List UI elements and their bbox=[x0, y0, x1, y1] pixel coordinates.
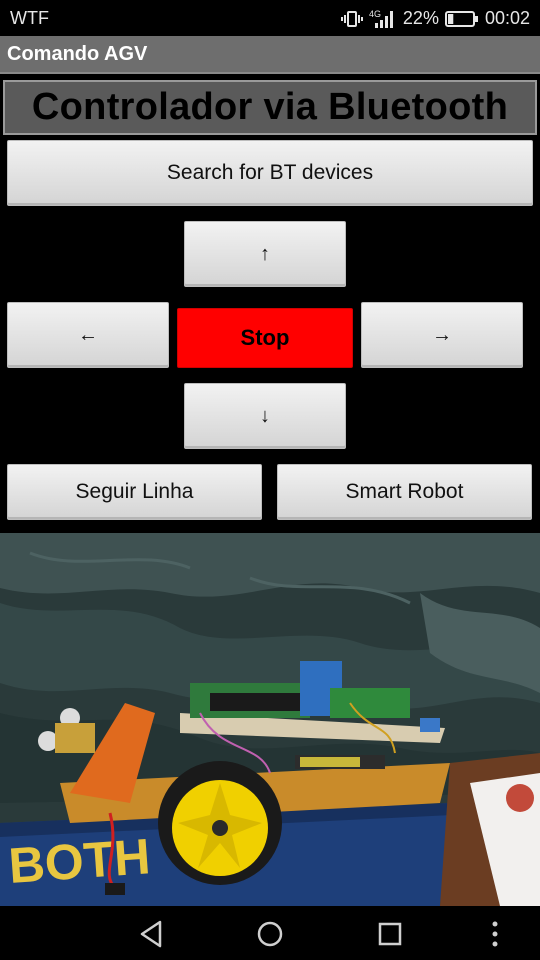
network-type: 4G bbox=[369, 9, 381, 19]
status-icons: 4G 22% 00:02 bbox=[340, 8, 530, 29]
smart-robot-button[interactable]: Smart Robot bbox=[277, 464, 532, 520]
battery-icon bbox=[444, 10, 479, 28]
search-bt-devices-button[interactable]: Search for BT devices bbox=[7, 140, 533, 206]
stop-button[interactable]: Stop bbox=[177, 308, 353, 368]
carrier-name: WTF bbox=[10, 8, 49, 28]
app-bar: Comando AGV bbox=[0, 36, 540, 74]
app-title: Comando AGV bbox=[7, 43, 148, 65]
heading-box: Controlador via Bluetooth bbox=[3, 80, 537, 135]
backward-button[interactable]: ↓ bbox=[184, 383, 346, 449]
book-cover-text: BOTH bbox=[7, 828, 152, 894]
back-icon[interactable] bbox=[136, 919, 166, 949]
vibrate-icon bbox=[340, 10, 363, 28]
left-button[interactable]: ← bbox=[7, 302, 169, 368]
seguir-linha-button[interactable]: Seguir Linha bbox=[7, 464, 262, 520]
battery-percent: 22% bbox=[402, 8, 439, 28]
home-icon[interactable] bbox=[255, 919, 285, 949]
recents-icon[interactable] bbox=[375, 919, 405, 949]
signal-icon: 4G bbox=[369, 9, 397, 29]
right-button[interactable]: → bbox=[361, 302, 523, 368]
clock: 00:02 bbox=[484, 8, 530, 28]
forward-button[interactable]: ↑ bbox=[184, 221, 346, 287]
page-title: Controlador via Bluetooth bbox=[31, 86, 509, 128]
robot-photo: BOTH bbox=[0, 533, 540, 906]
status-bar: WTF 4G 22% 00:02 bbox=[0, 0, 540, 36]
overflow-menu-icon[interactable] bbox=[480, 919, 510, 949]
navigation-bar bbox=[0, 906, 540, 960]
